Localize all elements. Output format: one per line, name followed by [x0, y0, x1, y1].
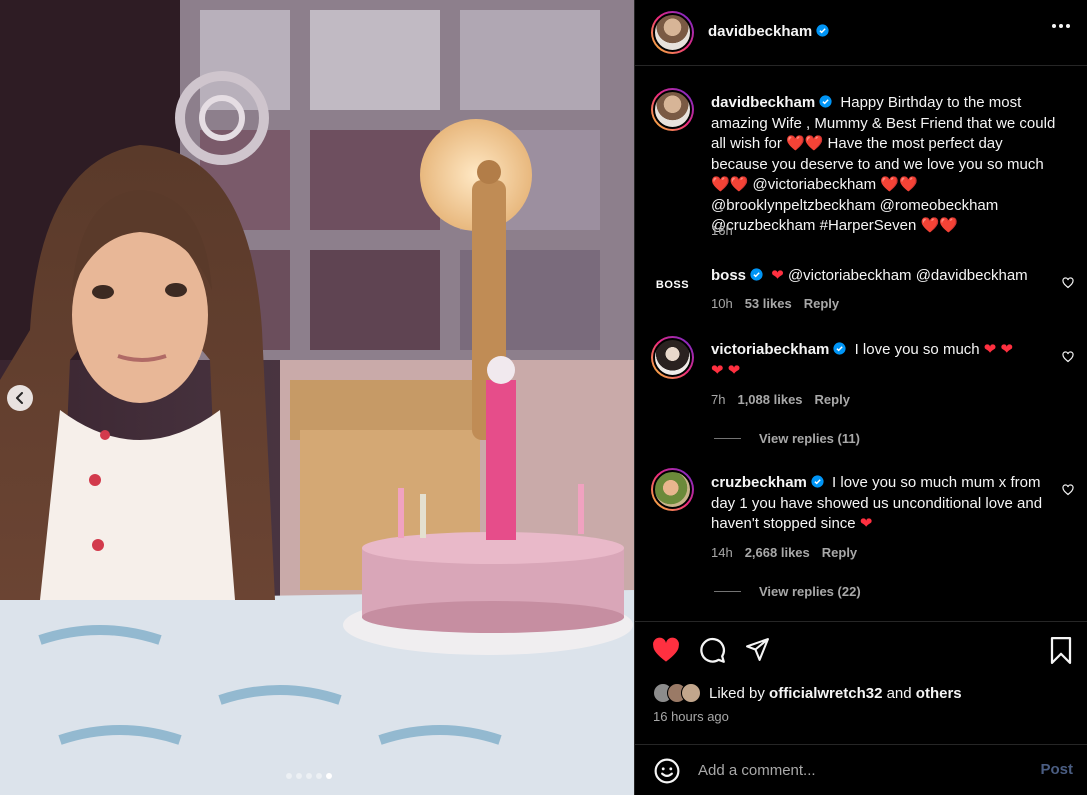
- comment-time[interactable]: 10h: [711, 296, 733, 311]
- comment-icon[interactable]: [699, 637, 726, 664]
- carousel-dot: [286, 773, 292, 779]
- comment-text: victoriabeckham I love you so much ❤ ❤ ❤…: [711, 340, 1056, 381]
- reply-button[interactable]: Reply: [804, 296, 839, 311]
- verified-badge-icon: [816, 24, 829, 37]
- emoji-icon[interactable]: [654, 758, 680, 784]
- caption-author-avatar[interactable]: [651, 88, 694, 131]
- caption-text: davidbeckham Happy Birthday to the most …: [711, 93, 1056, 237]
- red-heart-emoji: ❤ ❤: [983, 341, 1014, 358]
- carousel-indicator: [286, 773, 332, 779]
- add-comment-bar: Post: [635, 744, 1087, 795]
- like-comment-heart-icon[interactable]: [1062, 484, 1074, 496]
- comment-likes[interactable]: 2,668 likes: [745, 545, 810, 560]
- author-username-text[interactable]: davidbeckham: [708, 23, 812, 40]
- view-replies-button[interactable]: View replies (11): [714, 431, 860, 446]
- liked-by-avatars[interactable]: [653, 683, 701, 703]
- comment-text: boss ❤ @victoriabeckham @davidbeckham: [711, 266, 1056, 287]
- chevron-left-icon: [16, 392, 23, 404]
- comment-meta: 7h 1,088 likes Reply: [711, 392, 850, 407]
- carousel-dot: [306, 773, 312, 779]
- comment-likes[interactable]: 53 likes: [745, 296, 792, 311]
- bookmark-icon[interactable]: [1049, 637, 1073, 664]
- carousel-dot-active: [326, 773, 332, 779]
- post-timestamp[interactable]: 16 hours ago: [653, 709, 729, 724]
- view-replies-button[interactable]: View replies (22): [714, 584, 861, 599]
- verified-badge-icon: [819, 95, 832, 108]
- caption-time[interactable]: 16h: [711, 223, 733, 238]
- carousel-prev-button[interactable]: [7, 385, 33, 411]
- red-heart-emoji: ❤ ❤: [711, 361, 741, 379]
- comment-likes[interactable]: 1,088 likes: [737, 392, 802, 407]
- replies-divider: [714, 591, 741, 592]
- comments-list[interactable]: davidbeckham Happy Birthday to the most …: [635, 66, 1087, 621]
- more-options-button[interactable]: [1052, 24, 1070, 28]
- author-username[interactable]: davidbeckham: [708, 23, 829, 40]
- photo-image: [0, 0, 634, 795]
- post-header: davidbeckham: [635, 0, 1087, 66]
- like-comment-heart-icon[interactable]: [1062, 351, 1074, 363]
- carousel-dot: [316, 773, 322, 779]
- liked-by-others[interactable]: others: [916, 685, 962, 702]
- comment-body: I love you so much: [854, 341, 980, 358]
- boss-avatar[interactable]: BOSS: [651, 263, 694, 306]
- comment-meta: 10h 53 likes Reply: [711, 296, 839, 311]
- caption-username[interactable]: davidbeckham: [711, 94, 832, 111]
- replies-divider: [714, 438, 741, 439]
- heart-filled-icon[interactable]: [652, 637, 680, 663]
- view-replies-label[interactable]: View replies (11): [759, 431, 860, 446]
- post-actions: Liked by officialwretch32 and others 16 …: [635, 621, 1087, 744]
- author-avatar[interactable]: [651, 11, 694, 54]
- liked-by-prefix: Liked by: [709, 684, 765, 702]
- boss-logo-text: BOSS: [655, 278, 690, 291]
- view-replies-label[interactable]: View replies (22): [759, 584, 861, 599]
- verified-badge-icon: [750, 268, 763, 281]
- like-comment-heart-icon[interactable]: [1062, 277, 1074, 289]
- post-side-panel: davidbeckham davidbeckham Happy Birthday…: [634, 0, 1087, 795]
- post-comment-button[interactable]: Post: [1040, 761, 1073, 778]
- liked-by: Liked by officialwretch32 and others: [653, 683, 962, 703]
- comment-avatar[interactable]: [651, 468, 694, 511]
- reply-button[interactable]: Reply: [815, 392, 850, 407]
- comment-meta: 14h 2,668 likes Reply: [711, 545, 857, 560]
- comment-input[interactable]: [698, 758, 1018, 782]
- more-horizontal-icon: [1052, 24, 1056, 28]
- liked-by-and: and: [886, 684, 912, 702]
- comment-username[interactable]: boss: [711, 267, 763, 284]
- verified-badge-icon: [811, 475, 824, 488]
- liked-by-user[interactable]: officialwretch32: [769, 685, 882, 702]
- red-heart-emoji: ❤: [859, 515, 873, 532]
- share-icon[interactable]: [745, 637, 770, 662]
- comment-avatar[interactable]: [651, 336, 694, 379]
- comment-time[interactable]: 14h: [711, 545, 733, 560]
- post-photo[interactable]: [0, 0, 634, 795]
- caption-body: Happy Birthday to the most amazing Wife …: [711, 94, 1056, 234]
- comment-text: cruzbeckham I love you so much mum x fro…: [711, 473, 1056, 535]
- caption-meta: 16h: [711, 223, 733, 238]
- reply-button[interactable]: Reply: [822, 545, 857, 560]
- red-heart-emoji: ❤: [771, 267, 784, 284]
- comment-time[interactable]: 7h: [711, 392, 725, 407]
- carousel-dot: [296, 773, 302, 779]
- comment-username[interactable]: cruzbeckham: [711, 474, 824, 491]
- comment-username[interactable]: victoriabeckham: [711, 341, 846, 358]
- comment-body: @victoriabeckham @davidbeckham: [787, 267, 1028, 284]
- verified-badge-icon: [833, 342, 846, 355]
